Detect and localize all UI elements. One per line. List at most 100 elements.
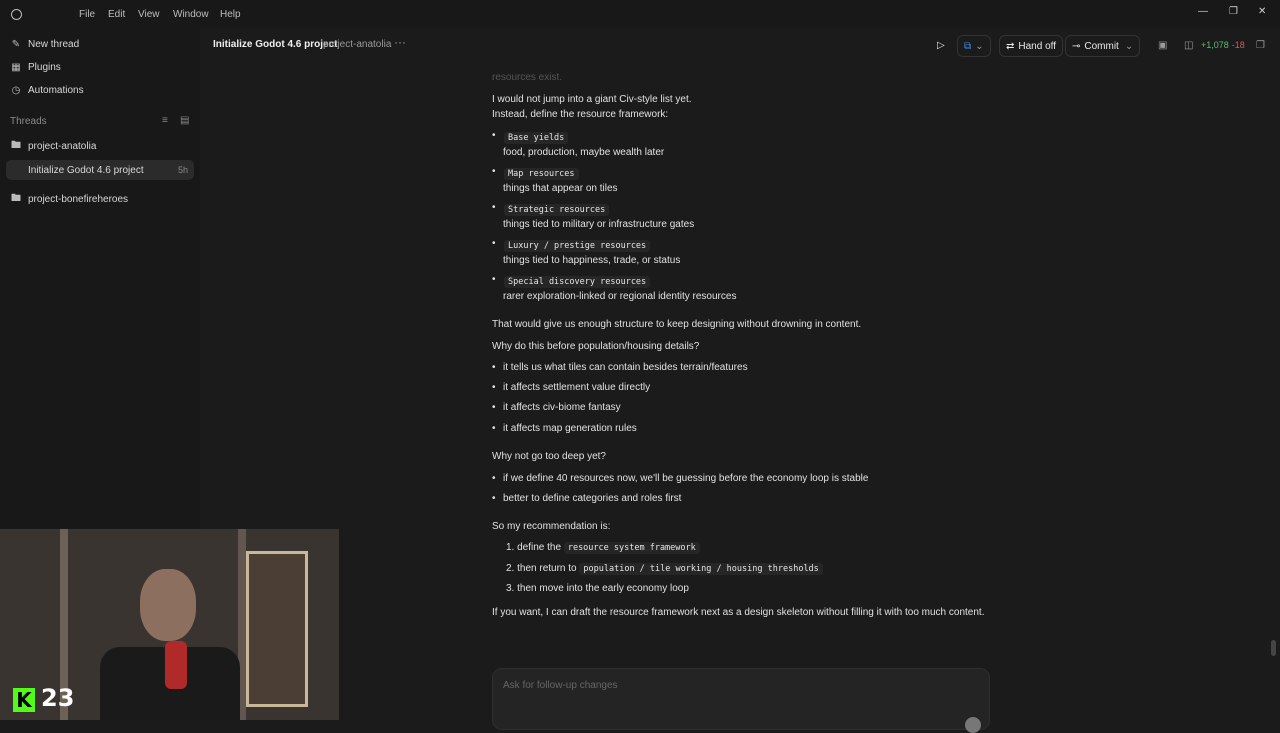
plugins-label: Plugins — [28, 61, 61, 73]
code-span: population / tile working / housing thre… — [579, 563, 823, 575]
project-label: project-bonefireheroes — [28, 193, 129, 205]
code-span: Map resources — [504, 168, 579, 180]
paragraph: Why not go too deep yet? — [492, 451, 606, 462]
paragraph: I would not jump into a giant Civ-style … — [492, 94, 692, 105]
list-item: it tells us what tiles can contain besid… — [503, 362, 748, 373]
list-item: 3. then move into the early economy loop — [506, 583, 689, 594]
new-thread-label: New thread — [28, 38, 80, 50]
list-desc: rarer exploration-linked or regional ide… — [503, 291, 737, 302]
follow-up-input[interactable] — [501, 679, 975, 692]
code-span: resource system framework — [563, 542, 700, 554]
close-icon[interactable]: ✕ — [1258, 6, 1266, 17]
branch-icon: ⇄ — [1006, 40, 1015, 52]
automations-label: Automations — [28, 84, 84, 96]
diff-removed-count: -18 — [1231, 40, 1245, 50]
list-item: 2. then return to population / tile work… — [506, 563, 823, 575]
folder-icon: 🖿 — [11, 139, 21, 151]
list-item: it affects civ-biome fantasy — [503, 402, 621, 413]
panel-toggle-icon[interactable]: ❐ — [1256, 35, 1265, 55]
step-text: 2. then return to — [506, 563, 580, 574]
paragraph: Why do this before population/housing de… — [492, 341, 700, 352]
code-span: Base yields — [504, 132, 569, 144]
hand-off-button[interactable]: ⇄ Hand off — [999, 35, 1064, 57]
plugins-button[interactable]: ▦ Plugins — [10, 57, 196, 77]
list-item: it affects map generation rules — [503, 423, 637, 434]
app-logo-icon — [11, 9, 22, 20]
sidebar-project-anatolia[interactable]: 🖿 project-anatolia — [10, 136, 196, 156]
send-button[interactable] — [965, 717, 981, 733]
paragraph: That would give us enough structure to k… — [492, 319, 862, 330]
scrollbar[interactable] — [1271, 640, 1276, 656]
menu-view[interactable]: View — [138, 9, 160, 20]
list-item: it affects settlement value directly — [503, 382, 651, 393]
sidebar-thread-active[interactable]: Initialize Godot 4.6 project 5h — [6, 160, 194, 180]
step-text: 3. then move into the early economy loop — [506, 583, 689, 594]
bullet-icon: • — [492, 423, 496, 434]
vscode-icon[interactable]: ⧉ ⌄ — [957, 35, 991, 57]
list-desc: things tied to military or infrastructur… — [503, 219, 695, 230]
bullet-icon: • — [492, 362, 496, 373]
thread-label: Initialize Godot 4.6 project — [28, 164, 144, 176]
terminal-icon[interactable]: ▣ — [1158, 35, 1167, 55]
streamer-head — [140, 569, 196, 641]
menu-file[interactable]: File — [79, 9, 95, 20]
title-bar: File Edit View Window Help — ❐ ✕ — [0, 0, 1280, 28]
viewer-count: 23 — [41, 684, 75, 712]
bullet-icon: • — [492, 238, 496, 249]
list-item: better to define categories and roles fi… — [503, 493, 682, 504]
filter-icon[interactable]: ≡ — [162, 115, 168, 126]
commit-button[interactable]: ⊸ Commit ⌄ — [1065, 35, 1141, 57]
diff-icon[interactable]: ◫ — [1184, 35, 1193, 55]
faded-text: resources exist. — [492, 72, 563, 83]
new-thread-button[interactable]: ✎ New thread — [10, 34, 196, 54]
project-label: project-anatolia — [28, 140, 97, 152]
composer — [492, 668, 990, 733]
paragraph: Instead, define the resource framework: — [492, 109, 669, 120]
bullet-icon: • — [492, 130, 496, 141]
automations-button[interactable]: ◷ Automations — [10, 80, 196, 100]
paragraph: If you want, I can draft the resource fr… — [492, 607, 985, 618]
play-icon[interactable]: ▷ — [937, 35, 945, 55]
pencil-icon: ✎ — [11, 38, 21, 50]
restore-icon[interactable]: ❐ — [1229, 6, 1238, 17]
folder-icon: 🖿 — [11, 192, 21, 204]
code-span: Strategic resources — [504, 204, 610, 216]
project-breadcrumb[interactable]: project-anatolia — [323, 39, 391, 50]
list-item: 1. define the resource system framework — [506, 542, 700, 554]
chalkboard — [246, 551, 308, 707]
kick-logo-icon: K — [13, 688, 35, 712]
commit-label: Commit — [1084, 40, 1119, 52]
list-desc: things that appear on tiles — [503, 183, 618, 194]
paragraph: So my recommendation is: — [492, 521, 611, 532]
grid-icon: ▦ — [11, 61, 21, 73]
menu-help[interactable]: Help — [220, 9, 241, 20]
step-text: 1. define the — [506, 542, 564, 553]
new-folder-icon[interactable]: ▤ — [180, 115, 189, 126]
diff-added-count: +1,078 — [1201, 40, 1229, 50]
bullet-icon: • — [492, 166, 496, 177]
threads-heading: Threads — [10, 116, 47, 127]
bullet-icon: • — [492, 202, 496, 213]
chevron-down-icon: ⌄ — [1124, 40, 1134, 52]
minimize-icon[interactable]: — — [1198, 6, 1208, 17]
list-desc: food, production, maybe wealth later — [503, 147, 665, 158]
bullet-icon: • — [492, 473, 496, 484]
clock-icon: ◷ — [11, 84, 21, 96]
list-desc: things tied to happiness, trade, or stat… — [503, 255, 681, 266]
list-item: if we define 40 resources now, we'll be … — [503, 473, 869, 484]
page-title: Initialize Godot 4.6 project — [213, 39, 338, 50]
thread-age: 5h — [177, 165, 188, 175]
thread-header: Initialize Godot 4.6 project project-ana… — [200, 28, 1280, 60]
code-span: Luxury / prestige resources — [504, 240, 651, 252]
diff-stats[interactable]: +1,078 -18 — [1201, 35, 1245, 55]
bullet-icon: • — [492, 382, 496, 393]
code-span: Special discovery resources — [504, 276, 651, 288]
microphone — [165, 641, 187, 689]
more-options-button[interactable]: ··· — [394, 35, 406, 49]
bullet-icon: • — [492, 493, 496, 504]
sidebar-project-bonefireheroes[interactable]: 🖿 project-bonefireheroes — [10, 189, 196, 209]
hand-off-label: Hand off — [1018, 40, 1057, 52]
menu-edit[interactable]: Edit — [108, 9, 125, 20]
menu-window[interactable]: Window — [173, 9, 209, 20]
bullet-icon: • — [492, 274, 496, 285]
